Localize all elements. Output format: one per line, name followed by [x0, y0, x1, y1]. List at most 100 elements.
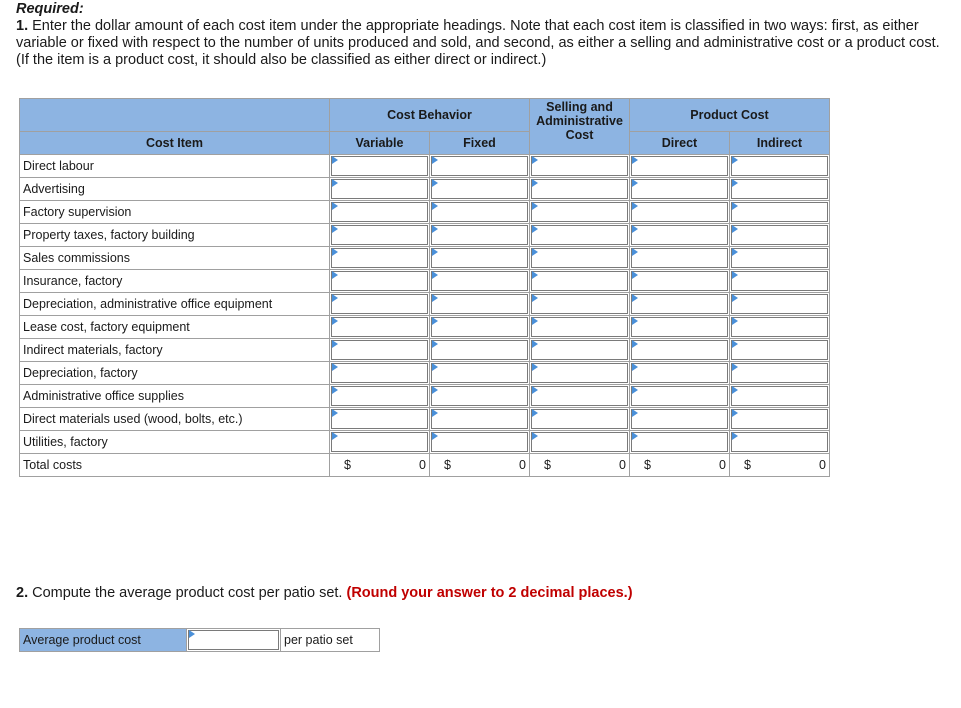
indirect-input[interactable] [731, 409, 828, 429]
variable-input[interactable] [331, 294, 428, 314]
direct-input[interactable] [631, 363, 728, 383]
cost-item-label: Property taxes, factory building [19, 223, 330, 247]
header-variable: Variable [329, 131, 430, 155]
selling-admin-input[interactable] [531, 294, 628, 314]
variable-cell [329, 269, 430, 293]
selling-admin-input[interactable] [531, 271, 628, 291]
variable-input[interactable] [331, 179, 428, 199]
fixed-input[interactable] [431, 179, 528, 199]
selling-admin-input[interactable] [531, 340, 628, 360]
fixed-input[interactable] [431, 202, 528, 222]
selling-admin-cell [529, 154, 630, 178]
selling-admin-input[interactable] [531, 202, 628, 222]
table-row: Depreciation, administrative office equi… [19, 292, 830, 316]
direct-input[interactable] [631, 340, 728, 360]
fixed-cell [429, 338, 530, 362]
selling-admin-cell [529, 430, 630, 454]
fixed-input[interactable] [431, 386, 528, 406]
fixed-input[interactable] [431, 409, 528, 429]
indirect-cell [729, 407, 830, 431]
direct-cell [629, 407, 730, 431]
selling-admin-input[interactable] [531, 432, 628, 452]
selling-admin-input[interactable] [531, 386, 628, 406]
indirect-cell [729, 269, 830, 293]
indirect-input[interactable] [731, 271, 828, 291]
direct-input[interactable] [631, 317, 728, 337]
selling-admin-input[interactable] [531, 225, 628, 245]
fixed-input[interactable] [431, 271, 528, 291]
variable-input[interactable] [331, 432, 428, 452]
variable-input[interactable] [331, 340, 428, 360]
fixed-input[interactable] [431, 156, 528, 176]
currency-symbol: $ [344, 458, 351, 472]
fixed-input[interactable] [431, 340, 528, 360]
variable-input[interactable] [331, 156, 428, 176]
indirect-input[interactable] [731, 340, 828, 360]
selling-admin-input[interactable] [531, 409, 628, 429]
fixed-input[interactable] [431, 317, 528, 337]
indirect-input[interactable] [731, 294, 828, 314]
fixed-input[interactable] [431, 225, 528, 245]
direct-input[interactable] [631, 386, 728, 406]
variable-input[interactable] [331, 202, 428, 222]
indirect-input[interactable] [731, 363, 828, 383]
selling-admin-cell [529, 407, 630, 431]
selling-admin-input[interactable] [531, 363, 628, 383]
variable-cell [329, 361, 430, 385]
variable-input[interactable] [331, 271, 428, 291]
direct-input[interactable] [631, 271, 728, 291]
direct-input[interactable] [631, 179, 728, 199]
direct-input[interactable] [631, 432, 728, 452]
header-selling-admin: Selling and Administrative Cost [529, 98, 630, 155]
variable-input[interactable] [331, 363, 428, 383]
direct-input[interactable] [631, 409, 728, 429]
fixed-input[interactable] [431, 248, 528, 268]
direct-input[interactable] [631, 156, 728, 176]
indirect-input[interactable] [731, 225, 828, 245]
selling-admin-input[interactable] [531, 248, 628, 268]
header-indirect: Indirect [729, 131, 830, 155]
table-row: Property taxes, factory building [19, 223, 830, 247]
variable-input[interactable] [331, 225, 428, 245]
currency-symbol: $ [644, 458, 651, 472]
selling-admin-input[interactable] [531, 317, 628, 337]
header-selling-admin-line2: Administrative [536, 113, 623, 128]
variable-input[interactable] [331, 248, 428, 268]
selling-admin-cell [529, 177, 630, 201]
indirect-input[interactable] [731, 179, 828, 199]
selling-admin-input[interactable] [531, 156, 628, 176]
fixed-input[interactable] [431, 363, 528, 383]
variable-cell [329, 223, 430, 247]
fixed-cell [429, 407, 530, 431]
total-selling-admin: $0 [529, 453, 630, 477]
fixed-input[interactable] [431, 294, 528, 314]
indirect-input[interactable] [731, 202, 828, 222]
indirect-input[interactable] [731, 432, 828, 452]
cost-item-label: Direct materials used (wood, bolts, etc.… [19, 407, 330, 431]
indirect-input[interactable] [731, 386, 828, 406]
variable-cell [329, 154, 430, 178]
direct-cell [629, 269, 730, 293]
table-row: Administrative office supplies [19, 384, 830, 408]
direct-input[interactable] [631, 248, 728, 268]
total-value: 0 [419, 458, 426, 472]
variable-input[interactable] [331, 317, 428, 337]
total-row: Total costs $0 $0 $0 $0 $0 [19, 453, 830, 477]
variable-input[interactable] [331, 409, 428, 429]
indirect-input[interactable] [731, 156, 828, 176]
direct-input[interactable] [631, 202, 728, 222]
table-row: Direct labour [19, 154, 830, 178]
indirect-input[interactable] [731, 317, 828, 337]
indirect-input[interactable] [731, 248, 828, 268]
average-product-cost-input[interactable] [188, 630, 279, 650]
direct-input[interactable] [631, 225, 728, 245]
selling-admin-input[interactable] [531, 179, 628, 199]
total-direct: $0 [629, 453, 730, 477]
fixed-input[interactable] [431, 432, 528, 452]
cost-item-label: Administrative office supplies [19, 384, 330, 408]
header-direct: Direct [629, 131, 730, 155]
direct-cell [629, 200, 730, 224]
direct-cell [629, 338, 730, 362]
variable-input[interactable] [331, 386, 428, 406]
direct-input[interactable] [631, 294, 728, 314]
